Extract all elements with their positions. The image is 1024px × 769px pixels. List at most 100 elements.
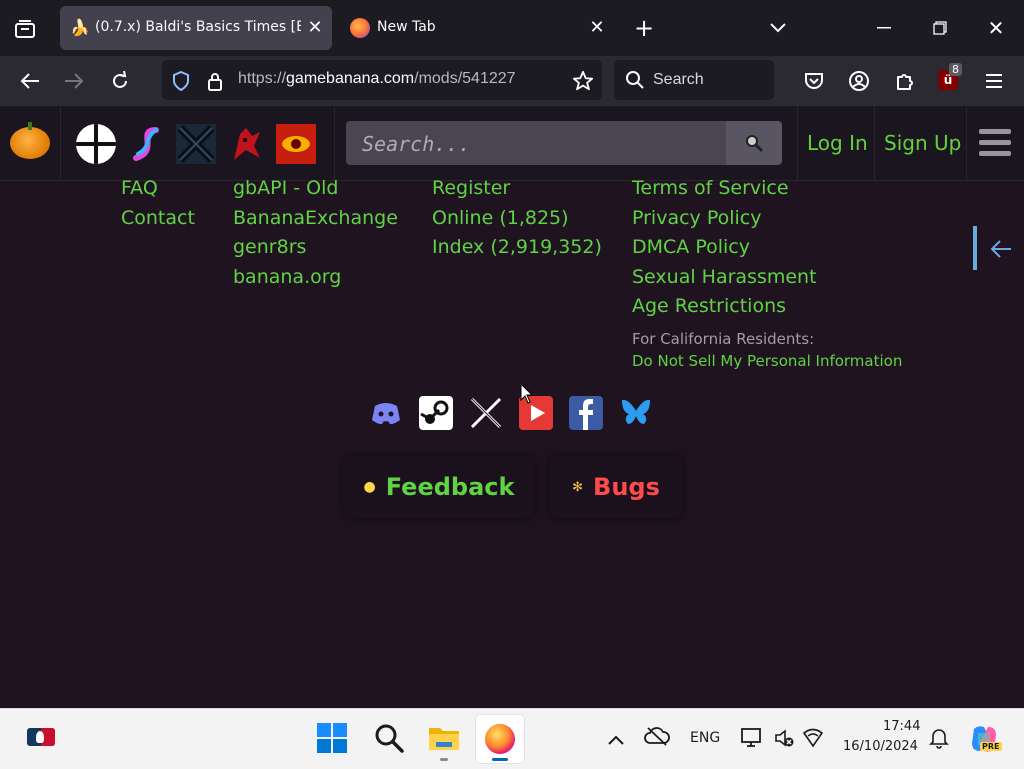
do-not-sell-link[interactable]: Do Not Sell My Personal Information bbox=[632, 352, 902, 370]
x-game-icon[interactable] bbox=[176, 124, 216, 164]
firefox-taskbar-icon bbox=[485, 724, 515, 754]
side-panel-edge bbox=[973, 226, 977, 270]
header-divider bbox=[334, 106, 335, 180]
footer-link-faq[interactable]: FAQ bbox=[121, 177, 158, 199]
explorer-running-indicator bbox=[440, 758, 448, 761]
footer-link-register[interactable]: Register bbox=[432, 177, 510, 199]
mlb-widget-icon[interactable] bbox=[27, 728, 55, 746]
list-all-tabs-chevron-icon[interactable] bbox=[766, 16, 790, 40]
footer-link-sexual-harassment[interactable]: Sexual Harassment bbox=[632, 266, 817, 288]
pumpkin-stem bbox=[28, 122, 32, 130]
site-search-input[interactable]: Search... bbox=[346, 121, 726, 165]
notifications-bell-icon[interactable] bbox=[929, 727, 949, 749]
steam-icon[interactable] bbox=[419, 396, 453, 430]
extensions-puzzle-icon[interactable] bbox=[893, 69, 917, 93]
footer-link-age-restrictions[interactable]: Age Restrictions bbox=[632, 295, 786, 317]
network-icon[interactable] bbox=[802, 727, 824, 749]
lock-icon[interactable] bbox=[205, 69, 225, 93]
mouse-cursor-icon bbox=[520, 382, 534, 409]
search-icon bbox=[624, 69, 646, 91]
magnifier-icon bbox=[746, 135, 764, 153]
onedrive-cloud-icon[interactable] bbox=[644, 726, 670, 748]
extension-badge: 8 bbox=[949, 63, 962, 76]
tab-baldi-basics[interactable]: 🍌 (0.7.x) Baldi's Basics Times [Bald ✕ bbox=[60, 6, 332, 50]
eye-game-icon[interactable] bbox=[276, 124, 316, 164]
footer-link-genr8rs[interactable]: genr8rs bbox=[233, 236, 306, 258]
minimize-window-icon[interactable] bbox=[872, 16, 896, 40]
url-text[interactable]: https://gamebanana.com/mods/541227 bbox=[238, 70, 516, 88]
reload-icon[interactable] bbox=[108, 69, 132, 93]
tab-title: New Tab bbox=[377, 19, 436, 35]
firefox-taskbar-button[interactable] bbox=[475, 714, 525, 764]
back-arrow-side-icon[interactable] bbox=[986, 236, 1016, 262]
banana-icon: 🍌 bbox=[70, 18, 90, 37]
forward-arrow-icon[interactable] bbox=[62, 70, 86, 92]
url-domain: gamebanana.com bbox=[286, 70, 415, 87]
x-twitter-icon[interactable] bbox=[469, 396, 503, 430]
pocket-icon[interactable] bbox=[802, 69, 826, 93]
feedback-label: Feedback bbox=[385, 473, 515, 501]
demon-game-icon[interactable] bbox=[226, 124, 266, 164]
header-divider bbox=[797, 106, 798, 180]
tracking-protection-shield-icon[interactable] bbox=[170, 69, 192, 93]
footer-link-banana-org[interactable]: banana.org bbox=[233, 266, 341, 288]
browser-search-placeholder: Search bbox=[653, 71, 704, 88]
firefox-icon bbox=[350, 18, 370, 38]
bugs-button[interactable]: ✻ Bugs bbox=[549, 456, 683, 518]
site-menu-icon[interactable] bbox=[979, 127, 1011, 159]
ripple-game-icon[interactable] bbox=[126, 124, 166, 164]
new-tab-plus-icon[interactable]: + bbox=[632, 14, 656, 42]
copilot-pre-badge: PRE bbox=[980, 742, 1002, 751]
tab-new-tab[interactable]: New Tab ✕ bbox=[338, 6, 614, 50]
clock-time[interactable]: 17:44 bbox=[883, 719, 920, 734]
lightbulb-icon: ● bbox=[363, 479, 376, 495]
tab-overview-icon[interactable] bbox=[12, 16, 38, 42]
footer-link-privacy[interactable]: Privacy Policy bbox=[632, 207, 761, 229]
footer-link-terms[interactable]: Terms of Service bbox=[632, 177, 789, 199]
facebook-icon[interactable] bbox=[569, 396, 603, 430]
bluesky-icon[interactable] bbox=[619, 396, 653, 430]
close-tab-icon[interactable]: ✕ bbox=[304, 16, 326, 38]
site-search-placeholder: Search... bbox=[362, 132, 471, 156]
header-divider bbox=[874, 106, 875, 180]
url-prefix: https:// bbox=[238, 70, 287, 87]
footer-link-index[interactable]: Index (2,919,352) bbox=[432, 236, 602, 258]
footer-link-gbapi-old[interactable]: gbAPI - Old bbox=[233, 177, 338, 199]
header-divider bbox=[60, 106, 61, 180]
pumpkin-logo-icon[interactable] bbox=[10, 122, 50, 159]
footer-link-dmca[interactable]: DMCA Policy bbox=[632, 236, 750, 258]
footer-link-contact[interactable]: Contact bbox=[121, 207, 195, 229]
bug-icon: ✻ bbox=[572, 479, 584, 495]
account-icon[interactable] bbox=[847, 69, 871, 93]
tab-title: (0.7.x) Baldi's Basics Times [Bald bbox=[95, 19, 301, 35]
firefox-active-indicator bbox=[492, 758, 508, 761]
sign-up-link[interactable]: Sign Up bbox=[884, 131, 961, 155]
language-indicator[interactable]: ENG bbox=[690, 730, 720, 746]
california-label: For California Residents: bbox=[632, 330, 815, 348]
log-in-link[interactable]: Log In bbox=[807, 131, 868, 155]
windows-start-icon[interactable] bbox=[317, 723, 347, 753]
site-search-button[interactable] bbox=[726, 121, 782, 165]
bugs-label: Bugs bbox=[593, 473, 660, 501]
volume-muted-icon[interactable] bbox=[773, 727, 795, 749]
clock-date[interactable]: 16/10/2024 bbox=[843, 739, 918, 754]
smash-line bbox=[94, 124, 98, 164]
file-explorer-icon[interactable] bbox=[428, 724, 460, 752]
footer-link-online[interactable]: Online (1,825) bbox=[432, 207, 569, 229]
header-divider bbox=[966, 106, 967, 180]
back-arrow-icon[interactable] bbox=[18, 70, 42, 92]
discord-icon[interactable] bbox=[369, 396, 403, 430]
close-window-icon[interactable]: ✕ bbox=[984, 16, 1008, 40]
show-hidden-icons-chevron-icon[interactable] bbox=[608, 730, 626, 745]
taskbar-search-icon[interactable] bbox=[374, 723, 404, 753]
footer-link-bananaexchange[interactable]: BananaExchange bbox=[233, 207, 398, 229]
mlb-player bbox=[36, 731, 44, 743]
restore-window-icon[interactable] bbox=[928, 16, 952, 40]
display-icon[interactable] bbox=[740, 727, 764, 749]
url-path: /mods/541227 bbox=[414, 70, 516, 87]
feedback-button[interactable]: ● Feedback bbox=[343, 456, 535, 518]
hamburger-menu-icon[interactable] bbox=[982, 69, 1006, 93]
bookmark-star-icon[interactable] bbox=[570, 68, 596, 94]
close-tab-icon[interactable]: ✕ bbox=[586, 16, 608, 38]
smash-bros-game-icon[interactable] bbox=[76, 124, 116, 164]
